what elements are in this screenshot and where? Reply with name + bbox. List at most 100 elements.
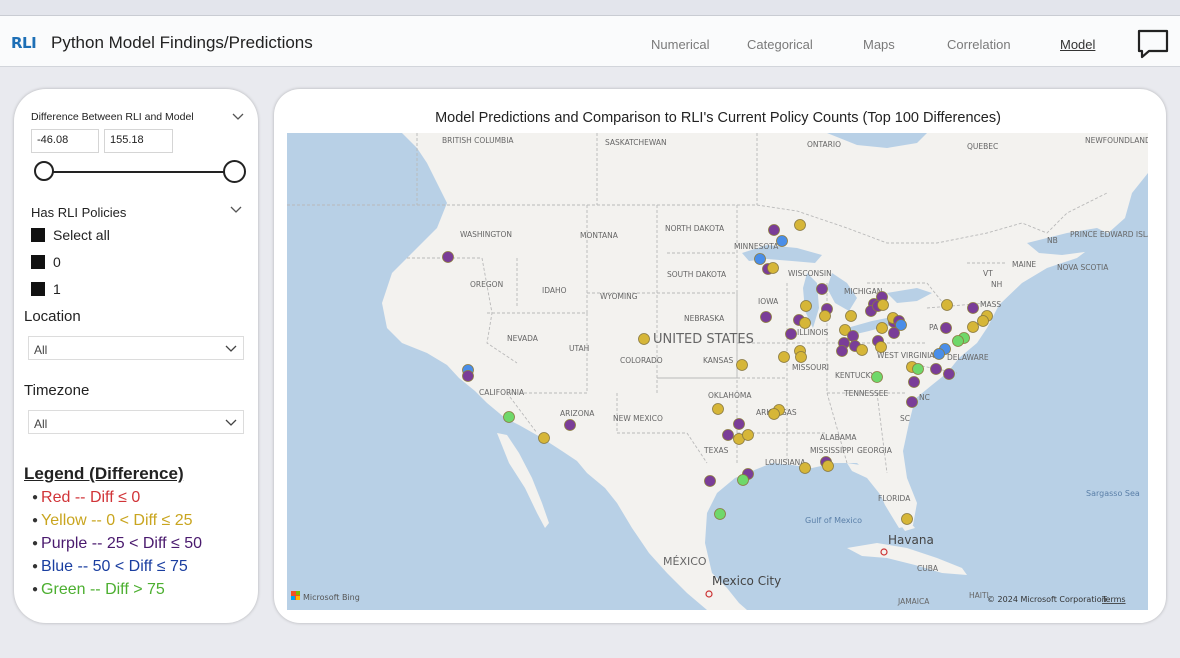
label-delaware: DELAWARE xyxy=(947,353,989,362)
marker-yellow[interactable] xyxy=(875,341,887,353)
marker-purple[interactable] xyxy=(836,345,848,357)
marker-purple[interactable] xyxy=(940,322,952,334)
marker-purple[interactable] xyxy=(760,311,772,323)
map-canvas[interactable]: BRITISH COLUMBIA SASKATCHEWAN ONTARIO QU… xyxy=(287,133,1148,610)
marker-purple[interactable] xyxy=(722,429,734,441)
marker-purple[interactable] xyxy=(733,418,745,430)
label-oregon: OREGON xyxy=(470,280,503,289)
marker-yellow[interactable] xyxy=(967,321,979,333)
slider-min-handle[interactable] xyxy=(34,161,54,181)
nav-model[interactable]: Model xyxy=(1060,37,1095,52)
label-sargasso: Sargasso Sea xyxy=(1086,489,1140,498)
label-jamaica: JAMAICA xyxy=(897,597,930,606)
marker-green[interactable] xyxy=(737,474,749,486)
label-vt: VT xyxy=(983,269,993,278)
marker-yellow[interactable] xyxy=(778,351,790,363)
marker-green[interactable] xyxy=(871,371,883,383)
marker-yellow[interactable] xyxy=(822,460,834,472)
marker-yellow[interactable] xyxy=(877,299,889,311)
marker-yellow[interactable] xyxy=(638,333,650,345)
checkbox-1[interactable]: 1 xyxy=(31,281,61,297)
checkbox-0[interactable]: 0 xyxy=(31,254,61,270)
marker-yellow[interactable] xyxy=(819,310,831,322)
marker-purple[interactable] xyxy=(816,283,828,295)
difference-slider-track[interactable] xyxy=(44,171,234,173)
marker-green[interactable] xyxy=(503,411,515,423)
legend-item-red: ● Red -- Diff ≤ 0 xyxy=(32,489,140,507)
label-mississippi: MISSISSIPPI xyxy=(810,446,853,455)
chevron-down-icon[interactable] xyxy=(230,206,242,214)
marker-purple[interactable] xyxy=(906,396,918,408)
timezone-label: Timezone xyxy=(24,382,90,399)
label-sask: SASKATCHEWAN xyxy=(605,138,667,147)
marker-purple[interactable] xyxy=(943,368,955,380)
marker-green[interactable] xyxy=(714,508,726,520)
label-quebec: QUEBEC xyxy=(967,142,998,151)
marker-purple[interactable] xyxy=(785,328,797,340)
label-california: CALIFORNIA xyxy=(479,388,525,397)
marker-yellow[interactable] xyxy=(856,344,868,356)
marker-yellow[interactable] xyxy=(977,315,989,327)
checkbox-box[interactable] xyxy=(31,228,45,242)
label-havana: Havana xyxy=(888,533,934,547)
marker-yellow[interactable] xyxy=(712,403,724,415)
marker-blue[interactable] xyxy=(776,235,788,247)
marker-yellow[interactable] xyxy=(767,262,779,274)
marker-yellow[interactable] xyxy=(800,300,812,312)
slider-max-handle[interactable] xyxy=(223,160,246,183)
marker-blue[interactable] xyxy=(754,253,766,265)
label-alabama: ALABAMA xyxy=(820,433,857,442)
difference-min-input[interactable]: -46.08 xyxy=(31,129,99,153)
marker-purple[interactable] xyxy=(847,330,859,342)
terms-link[interactable]: Terms xyxy=(1101,595,1126,604)
label-west-virginia: WEST VIRGINIA xyxy=(877,351,935,360)
marker-yellow[interactable] xyxy=(799,317,811,329)
difference-max-input[interactable]: 155.18 xyxy=(104,129,173,153)
marker-yellow[interactable] xyxy=(876,322,888,334)
marker-purple[interactable] xyxy=(462,370,474,382)
policy-map[interactable]: BRITISH COLUMBIA SASKATCHEWAN ONTARIO QU… xyxy=(287,133,1148,610)
location-dropdown[interactable]: All xyxy=(28,336,244,360)
marker-purple[interactable] xyxy=(442,251,454,263)
checkbox-box[interactable] xyxy=(31,255,45,269)
marker-purple[interactable] xyxy=(967,302,979,314)
legend-item-blue: ● Blue -- 50 < Diff ≤ 75 xyxy=(32,558,188,576)
marker-purple[interactable] xyxy=(704,475,716,487)
marker-yellow[interactable] xyxy=(941,299,953,311)
marker-purple[interactable] xyxy=(564,419,576,431)
label-north-dakota: NORTH DAKOTA xyxy=(665,224,725,233)
marker-green[interactable] xyxy=(952,335,964,347)
marker-yellow[interactable] xyxy=(845,310,857,322)
marker-yellow[interactable] xyxy=(736,359,748,371)
marker-yellow[interactable] xyxy=(538,432,550,444)
label-haiti: HAITI xyxy=(969,591,989,600)
label-sc: SC xyxy=(900,414,910,423)
marker-purple[interactable] xyxy=(908,376,920,388)
checkbox-box[interactable] xyxy=(31,282,45,296)
label-wyoming: WYOMING xyxy=(600,292,638,301)
checkbox-select-all[interactable]: Select all xyxy=(31,227,110,243)
nav-maps[interactable]: Maps xyxy=(863,37,895,52)
timezone-dropdown[interactable]: All xyxy=(28,410,244,434)
marker-purple[interactable] xyxy=(930,363,942,375)
marker-yellow[interactable] xyxy=(799,462,811,474)
marker-yellow[interactable] xyxy=(901,513,913,525)
marker-yellow[interactable] xyxy=(795,351,807,363)
nav-categorical[interactable]: Categorical xyxy=(747,37,813,52)
nav-correlation[interactable]: Correlation xyxy=(947,37,1011,52)
marker-blue[interactable] xyxy=(933,348,945,360)
chevron-down-icon[interactable] xyxy=(232,113,244,121)
label-bc: BRITISH COLUMBIA xyxy=(442,136,514,145)
marker-yellow[interactable] xyxy=(794,219,806,231)
marker-yellow[interactable] xyxy=(768,408,780,420)
label-ontario: ONTARIO xyxy=(807,140,841,149)
label-kansas: KANSAS xyxy=(703,356,734,365)
marker-purple[interactable] xyxy=(768,224,780,236)
bullet-icon: ● xyxy=(32,584,39,595)
chat-icon[interactable] xyxy=(1137,29,1169,59)
marker-green[interactable] xyxy=(912,363,924,375)
legend-item-green: ● Green -- Diff > 75 xyxy=(32,581,165,599)
marker-purple[interactable] xyxy=(888,327,900,339)
marker-yellow[interactable] xyxy=(742,429,754,441)
nav-numerical[interactable]: Numerical xyxy=(651,37,710,52)
